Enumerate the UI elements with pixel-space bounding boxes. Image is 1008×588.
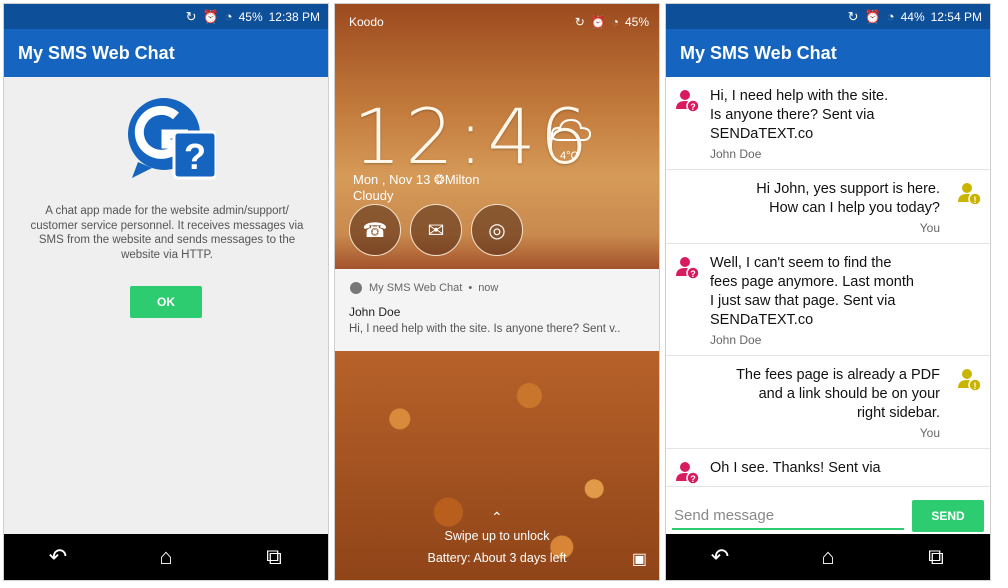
temperature: 4°C [560,150,579,162]
app-logo-icon: ? [128,98,216,180]
svg-text:!: ! [974,195,977,205]
send-message-input[interactable]: Send message [672,502,904,530]
phone-screen-chat: ↻ ⏰ ◔ 44% 12:54 PM My SMS Web Chat ? Hi, … [665,3,991,581]
notification-card[interactable]: My SMS Web Chat • now John Doe Hi, I nee… [335,269,659,351]
notification-title: John Doe [349,305,401,319]
app-title: My SMS Web Chat [4,29,328,77]
clock-time: 12:54 PM [930,9,982,24]
message-line: fees page anymore. Last month [710,274,914,290]
sync-icon: ↻ [847,9,859,24]
messages-shortcut[interactable]: ✉ [410,204,462,256]
chat-message[interactable]: ? Hi, I need help with the site. Is anyone… [666,77,990,170]
message-text: Hi John, yes support is here. How can I h… [676,180,940,218]
camera-icon[interactable]: ▣ [632,549,647,569]
phone-screen-lock: Koodo ↻ ⏰ ◔ 45% 12:46 4°C Mon , Nov 13 ❂… [334,3,660,581]
chat-icon: ✉ [427,219,445,242]
notification-app-name: My SMS Web Chat [369,282,463,294]
customer-avatar-icon: ? [676,462,700,485]
svg-text:!: ! [974,381,977,391]
message-sender: You [919,221,940,235]
message-sender: You [919,426,940,440]
message-line: How can I help you today? [769,200,940,216]
unlock-hint[interactable]: Swipe up to unlock [335,529,659,543]
message-text: Oh I see. Thanks! Sent via [710,459,980,478]
battery-hint: Battery: About 3 days left [427,551,567,565]
message-line: Hi John, yes support is here. [756,181,940,197]
back-icon[interactable]: ↶ [38,544,78,570]
nav-bar: ↶ ⌂ ⧉ [666,534,990,580]
message-text: Hi, I need help with the site. Is anyone … [710,87,980,144]
recents-icon[interactable]: ⧉ [916,544,956,570]
wifi-icon: ◔ [886,9,895,24]
message-line: Hi, I need help with the site. [710,88,889,104]
recents-icon[interactable]: ⧉ [254,544,294,570]
message-sender: John Doe [710,333,762,347]
separator-dot: • [468,282,473,294]
status-bar: ↻ ⏰ ◔ 44% 12:54 PM [666,4,990,29]
svg-text:?: ? [184,136,206,177]
wifi-icon: ◔ [611,15,619,29]
phone-screen-about: ↻ ⏰ ◔ 45% 12:38 PM My SMS Web Chat ? A c… [3,3,329,581]
phone-icon: ☎ [362,219,388,242]
notification-header: My SMS Web Chat • now [349,281,645,295]
message-text: The fees page is already a PDF and a link… [676,366,940,423]
svg-text:?: ? [690,269,696,279]
message-composer: Send message SEND [666,495,990,537]
about-description: A chat app made for the website admin/su… [30,205,304,261]
message-line: Oh I see. Thanks! Sent via [710,460,881,476]
message-line: Well, I can't seem to find the [710,255,892,271]
sync-icon: ↻ [185,9,197,24]
message-text: Well, I can't seem to find the fees page … [710,254,980,330]
lock-status-icons: ↻ ⏰ ◔ 45% [575,15,649,29]
message-line: I just saw that page. Sent via [710,293,896,309]
message-line: SENDaTEXT.co [710,312,814,328]
alarm-icon: ⏰ [590,15,606,29]
alarm-icon: ⏰ [864,9,881,24]
app-logo-icon [350,282,362,294]
home-icon[interactable]: ⌂ [808,544,848,570]
customer-avatar-icon: ? [676,257,700,280]
agent-avatar-icon: ! [958,369,982,392]
chat-message[interactable]: ! The fees page is already a PDF and a lin… [666,356,990,449]
svg-text:?: ? [690,474,696,484]
back-icon[interactable]: ↶ [700,544,740,570]
weather-description: Cloudy [353,188,394,203]
message-line: and a link should be on your [758,386,940,402]
agent-avatar-icon: ! [958,183,982,206]
message-line: Is anyone there? Sent via [710,107,875,123]
home-icon[interactable]: ⌂ [146,544,186,570]
message-line: SENDaTEXT.co [710,126,814,142]
date-location: Mon , Nov 13 ❂Milton [353,172,480,187]
notification-time: now [478,282,499,294]
chat-message[interactable]: ? Oh I see. Thanks! Sent via [666,449,990,487]
globe-icon: ◎ [488,219,506,242]
battery-percent: 45% [624,15,649,29]
battery-percent: 44% [900,9,925,24]
cloud-icon [550,118,592,141]
sync-icon: ↻ [574,15,585,29]
message-line: right sidebar. [856,405,940,421]
svg-text:?: ? [690,102,696,112]
wifi-icon: ◔ [224,9,233,24]
chat-message[interactable]: ! Hi John, yes support is here. How can I … [666,170,990,244]
customer-avatar-icon: ? [676,90,700,113]
message-line: The fees page is already a PDF [736,367,940,383]
send-button[interactable]: SEND [912,500,984,532]
clock-time: 12:38 PM [268,9,320,24]
status-bar: ↻ ⏰ ◔ 45% 12:38 PM [4,4,328,29]
alarm-icon: ⏰ [202,9,219,24]
message-sender: John Doe [710,147,762,161]
nav-bar: ↶ ⌂ ⧉ [4,534,328,580]
battery-percent: 45% [238,9,263,24]
browser-shortcut[interactable]: ◎ [471,204,523,256]
app-title: My SMS Web Chat [666,29,990,77]
chat-message-list[interactable]: ? Hi, I need help with the site. Is anyone… [666,77,990,495]
phone-shortcut[interactable]: ☎ [349,204,401,256]
notification-body: Hi, I need help with the site. Is anyone… [349,323,621,335]
chat-message[interactable]: ? Well, I can't seem to find the fees page… [666,244,990,356]
ok-button[interactable]: OK [130,286,202,318]
chevron-up-icon: ⌃ [491,509,503,525]
carrier-name: Koodo [349,15,384,29]
leaves-wallpaper [335,349,659,580]
